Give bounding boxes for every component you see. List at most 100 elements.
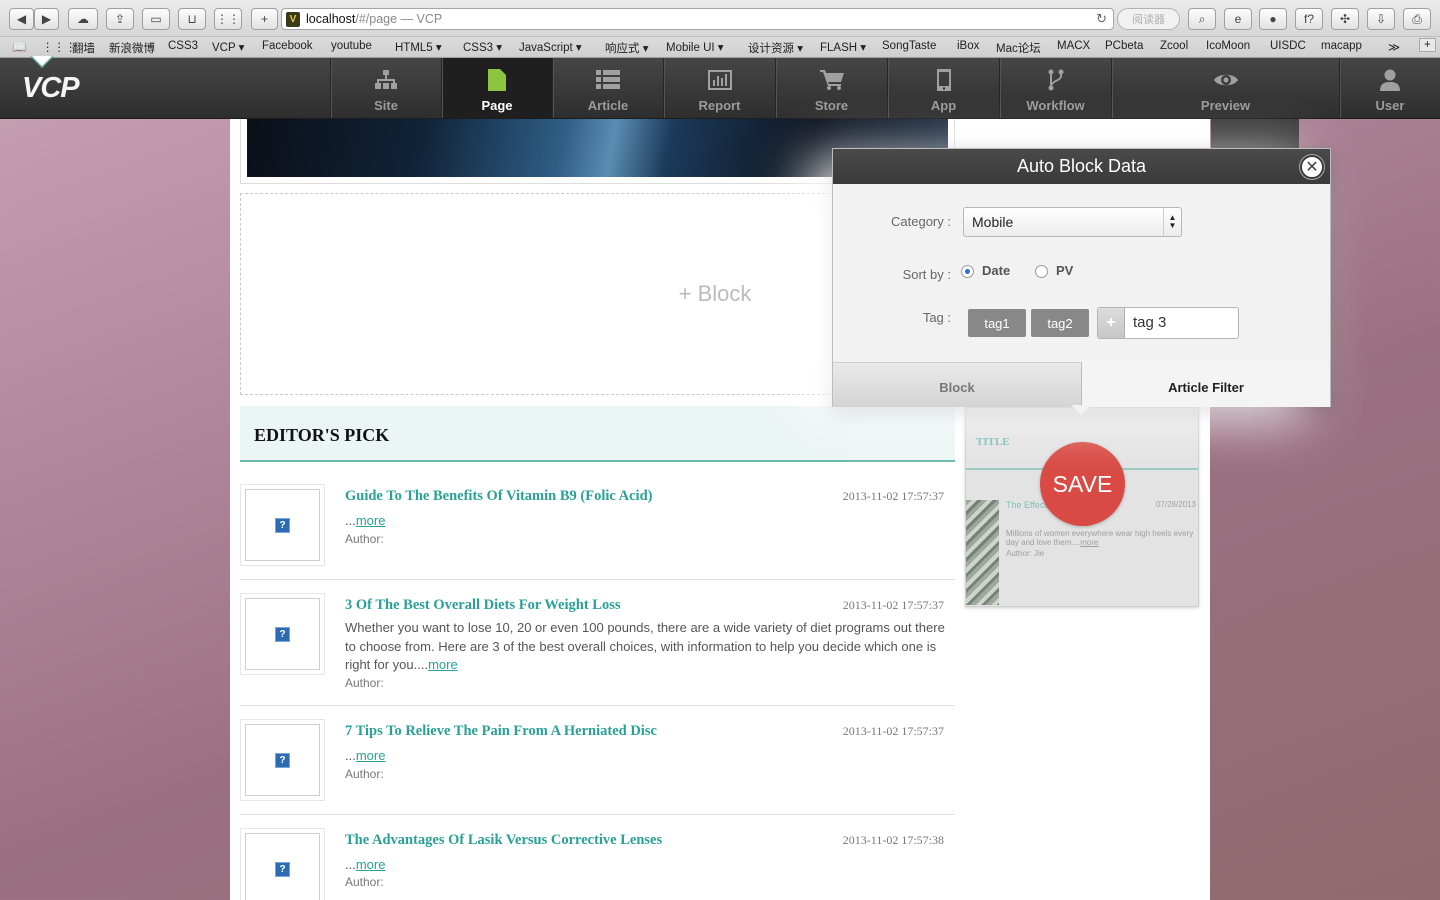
- article-excerpt: ...more: [345, 512, 945, 531]
- tag-chip[interactable]: tag1: [968, 309, 1026, 337]
- print-icon[interactable]: ⎙: [1403, 8, 1431, 30]
- app-logo[interactable]: VCP: [22, 72, 80, 105]
- address-bar[interactable]: V localhost /#/page — VCP ↻: [281, 8, 1114, 30]
- sort-label: Sort by :: [902, 267, 951, 282]
- url-host: localhost: [306, 12, 356, 26]
- category-select[interactable]: Mobile ▲ ▼: [963, 207, 1182, 237]
- bookmark-item[interactable]: 翻墙: [72, 40, 95, 56]
- grid-button[interactable]: ⋮⋮: [214, 8, 242, 30]
- bookmark-item[interactable]: FLASH ▾: [820, 40, 866, 54]
- app-header: VCP Site Page Article Report Store App W…: [0, 58, 1440, 119]
- tag-chip[interactable]: tag2: [1031, 309, 1089, 337]
- tab-block[interactable]: Block: [833, 363, 1082, 407]
- sort-pv-radio[interactable]: [1035, 265, 1048, 278]
- bookmark-item[interactable]: CSS3: [168, 40, 198, 52]
- article-excerpt: ...more: [345, 747, 945, 766]
- tag-input[interactable]: [1133, 314, 1233, 331]
- sort-date-label[interactable]: Date: [982, 263, 1010, 278]
- more-link[interactable]: more: [356, 748, 386, 763]
- article-thumbnail[interactable]: ?: [240, 828, 325, 900]
- extension-icon[interactable]: ✣: [1331, 8, 1359, 30]
- select-arrows-icon: ▲ ▼: [1163, 208, 1181, 236]
- bookmark-item[interactable]: CSS3 ▾: [463, 40, 502, 54]
- more-link[interactable]: more: [428, 657, 458, 672]
- record-icon[interactable]: ●: [1259, 8, 1287, 30]
- article-item: ? 7 Tips To Relieve The Pain From A Hern…: [240, 717, 955, 815]
- nav-report[interactable]: Report: [663, 58, 775, 118]
- new-tab-button[interactable]: +: [251, 8, 278, 30]
- nav-label: Preview: [1200, 98, 1251, 113]
- bookmark-item[interactable]: youtube: [331, 40, 372, 52]
- reader-button[interactable]: 阅读器: [1117, 8, 1180, 30]
- bookmark-item[interactable]: PCbeta: [1105, 40, 1143, 52]
- nav-store[interactable]: Store: [775, 58, 887, 118]
- bookmark-item[interactable]: IcoMoon: [1206, 40, 1250, 52]
- nav-label: App: [930, 98, 957, 113]
- eye-icon: [1112, 68, 1339, 92]
- article-item: ? Guide To The Benefits Of Vitamin B9 (F…: [240, 482, 955, 580]
- sort-date-radio[interactable]: [961, 265, 974, 278]
- script-icon[interactable]: f?: [1295, 8, 1323, 30]
- bookmark-item[interactable]: UISDC: [1270, 40, 1306, 52]
- preview-text-body: Millions of women everywhere wear high h…: [1006, 529, 1194, 547]
- more-link[interactable]: more: [356, 857, 386, 872]
- nav-preview[interactable]: Preview: [1111, 58, 1339, 118]
- bookmark-item[interactable]: HTML5 ▾: [395, 40, 442, 54]
- excerpt-text: ...: [345, 748, 356, 763]
- nav-label: Site: [374, 98, 398, 113]
- add-bookmark-icon[interactable]: +: [1419, 38, 1436, 52]
- browser-toolbar: ◀ ▶ ☁ ⇪ ▭ ⊔ ⋮⋮ + V localhost /#/page — V…: [0, 0, 1440, 37]
- bookmark-item[interactable]: VCP ▾: [212, 40, 244, 54]
- bookmark-item[interactable]: Zcool: [1160, 40, 1188, 52]
- nav-app[interactable]: App: [887, 58, 999, 118]
- more-link[interactable]: more: [356, 513, 386, 528]
- icloud-tabs-button[interactable]: ☁: [68, 8, 98, 30]
- nav-article[interactable]: Article: [552, 58, 663, 118]
- more-bookmarks-icon[interactable]: ≫: [1388, 40, 1400, 54]
- add-tag-button[interactable]: +: [1098, 308, 1125, 338]
- article-title[interactable]: 3 Of The Best Overall Diets For Weight L…: [345, 597, 621, 614]
- article-title[interactable]: 7 Tips To Relieve The Pain From A Hernia…: [345, 723, 657, 740]
- reading-list-button[interactable]: ⊔: [178, 8, 206, 30]
- back-button[interactable]: ◀: [9, 8, 34, 30]
- bookmark-item[interactable]: JavaScript ▾: [519, 40, 582, 54]
- reload-icon[interactable]: ↻: [1096, 11, 1107, 27]
- missing-image-icon: ?: [275, 861, 290, 877]
- close-icon[interactable]: ✕: [1300, 155, 1324, 179]
- bookmark-item[interactable]: MACX: [1057, 40, 1090, 52]
- bookmark-item[interactable]: Mac论坛: [996, 40, 1041, 56]
- ie-icon[interactable]: e: [1224, 8, 1252, 30]
- bookmark-item[interactable]: 设计资源 ▾: [748, 40, 803, 56]
- missing-image-icon: ?: [275, 626, 290, 642]
- bookmark-item[interactable]: SongTaste: [882, 40, 936, 52]
- bookmark-item[interactable]: 响应式 ▾: [605, 40, 648, 56]
- add-block-button[interactable]: + Block: [240, 193, 840, 395]
- user-icon: [1340, 68, 1440, 92]
- nav-user[interactable]: User: [1339, 58, 1440, 118]
- bookmark-item[interactable]: macapp: [1321, 40, 1362, 52]
- nav-page[interactable]: Page: [441, 58, 552, 118]
- nav-site[interactable]: Site: [330, 58, 441, 118]
- article-thumbnail[interactable]: ?: [240, 719, 325, 801]
- nav-label: Store: [814, 98, 849, 113]
- bookmark-item[interactable]: Facebook: [262, 40, 313, 52]
- sort-pv-label[interactable]: PV: [1056, 263, 1073, 278]
- article-title[interactable]: The Advantages Of Lasik Versus Correctiv…: [345, 832, 662, 849]
- bookmark-item[interactable]: iBox: [957, 40, 979, 52]
- share-button[interactable]: ⇪: [106, 8, 134, 30]
- bookmark-item[interactable]: Mobile UI ▾: [666, 40, 724, 54]
- search-icon[interactable]: ⌕: [1188, 8, 1216, 30]
- top-sites-button[interactable]: ▭: [142, 8, 170, 30]
- nav-workflow[interactable]: Workflow: [999, 58, 1111, 118]
- bookmark-item[interactable]: 新浪微博: [109, 40, 155, 56]
- tab-article-filter[interactable]: Article Filter: [1082, 360, 1330, 407]
- article-thumbnail[interactable]: ?: [240, 593, 325, 675]
- article-thumbnail[interactable]: ?: [240, 484, 325, 566]
- download-icon[interactable]: ⇩: [1367, 8, 1395, 30]
- forward-button[interactable]: ▶: [34, 8, 59, 30]
- save-button[interactable]: SAVE: [1040, 442, 1125, 526]
- preview-title: TITLE: [976, 436, 1010, 448]
- article-title[interactable]: Guide To The Benefits Of Vitamin B9 (Fol…: [345, 488, 652, 505]
- phone-icon: [888, 68, 999, 92]
- reading-list-icon[interactable]: 📖: [12, 40, 26, 54]
